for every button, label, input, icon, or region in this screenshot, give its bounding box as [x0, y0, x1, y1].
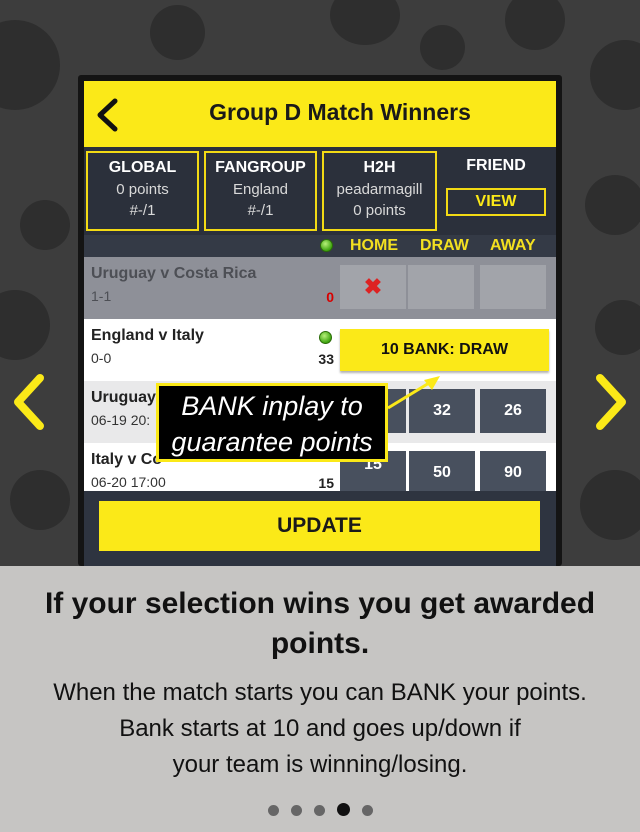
- match-points: 0: [326, 289, 334, 305]
- fangroup-name: England: [232, 181, 289, 198]
- match-points: 33: [318, 351, 334, 367]
- callout-line-2: guarantee points: [171, 427, 373, 457]
- away-odds-cell[interactable]: 26: [480, 389, 546, 433]
- match-name: Uruguay: [91, 389, 156, 406]
- away-odds-cell[interactable]: 90: [480, 451, 546, 495]
- app-screen: Group D Match Winners GLOBAL 0 points #-…: [84, 81, 556, 566]
- back-arrow-icon[interactable]: [94, 97, 120, 133]
- page-title: Group D Match Winners: [209, 99, 471, 125]
- page-dot[interactable]: [361, 805, 373, 816]
- page-dot[interactable]: [267, 805, 279, 816]
- page-dot[interactable]: [336, 803, 350, 816]
- h2h-stat-box[interactable]: H2H peadarmagill 0 points: [322, 151, 437, 231]
- info-headline: If your selection wins you get awarded p…: [44, 587, 596, 660]
- info-body-line: your team is winning/losing.: [172, 751, 468, 778]
- match-name: Uruguay v Costa Rica: [91, 265, 257, 282]
- info-body-line: Bank starts at 10 and goes up/down if: [119, 715, 521, 742]
- previous-arrow-icon[interactable]: [10, 372, 50, 432]
- update-button[interactable]: UPDATE: [99, 501, 540, 551]
- update-area: UPDATE: [84, 491, 556, 566]
- live-indicator-icon: [319, 331, 332, 344]
- columns-header: HOME DRAW AWAY: [84, 235, 556, 257]
- friend-box: FRIEND VIEW: [440, 151, 552, 231]
- info-body-line: When the match starts you can BANK your …: [53, 679, 587, 706]
- stats-bar: GLOBAL 0 points #-/1 FANGROUP England #-…: [84, 147, 556, 235]
- info-panel: If your selection wins you get awarded p…: [0, 566, 640, 832]
- page-dot[interactable]: [313, 805, 325, 816]
- callout-text: BANK inplay to guarantee points: [159, 388, 385, 460]
- global-points: 0 points: [116, 181, 169, 198]
- live-indicator-icon: [320, 239, 333, 252]
- next-arrow-icon[interactable]: [590, 372, 630, 432]
- match-row[interactable]: England v Italy 0-0 33 10 BANK: DRAW: [84, 319, 556, 381]
- match-kickoff: 06-20 17:00: [91, 474, 166, 490]
- draw-cell: [408, 265, 474, 309]
- friend-title: FRIEND: [466, 157, 526, 174]
- fangroup-rank: #-/1: [247, 202, 274, 219]
- match-score: 1-1: [91, 288, 112, 304]
- draw-odds-cell[interactable]: 50: [409, 451, 475, 495]
- fangroup-title: FANGROUP: [215, 159, 306, 176]
- match-row[interactable]: Uruguay v Costa Rica 1-1 0 ✖: [84, 257, 556, 319]
- global-title: GLOBAL: [108, 159, 177, 176]
- view-friend-button[interactable]: VIEW: [446, 188, 546, 216]
- page-indicator: [0, 803, 640, 821]
- match-score: 0-0: [91, 350, 112, 366]
- match-name: Italy v Co: [91, 451, 163, 468]
- page-dot[interactable]: [290, 805, 302, 816]
- callout-arrow-icon: [387, 376, 440, 410]
- app-header: Group D Match Winners: [84, 81, 556, 147]
- info-body: When the match starts you can BANK your …: [6, 675, 634, 783]
- away-column-label: AWAY: [490, 237, 536, 254]
- tooltip-callout: BANK inplay to guarantee points: [156, 383, 388, 462]
- h2h-title: H2H: [363, 159, 396, 176]
- match-kickoff: 06-19 20:: [91, 412, 151, 428]
- h2h-points: 0 points: [353, 202, 406, 219]
- h2h-opponent: peadarmagill: [336, 181, 423, 198]
- fangroup-stat-box[interactable]: FANGROUP England #-/1: [204, 151, 317, 231]
- home-cell-loss: ✖: [340, 265, 406, 309]
- match-name: England v Italy: [91, 327, 204, 344]
- callout-line-1: BANK inplay to: [181, 391, 363, 421]
- global-stat-box[interactable]: GLOBAL 0 points #-/1: [86, 151, 199, 231]
- away-cell: [480, 265, 546, 309]
- match-points: 15: [318, 475, 334, 491]
- global-rank: #-/1: [129, 202, 156, 219]
- draw-column-label: DRAW: [420, 237, 469, 254]
- bank-button[interactable]: 10 BANK: DRAW: [340, 329, 549, 371]
- home-column-label: HOME: [350, 237, 398, 254]
